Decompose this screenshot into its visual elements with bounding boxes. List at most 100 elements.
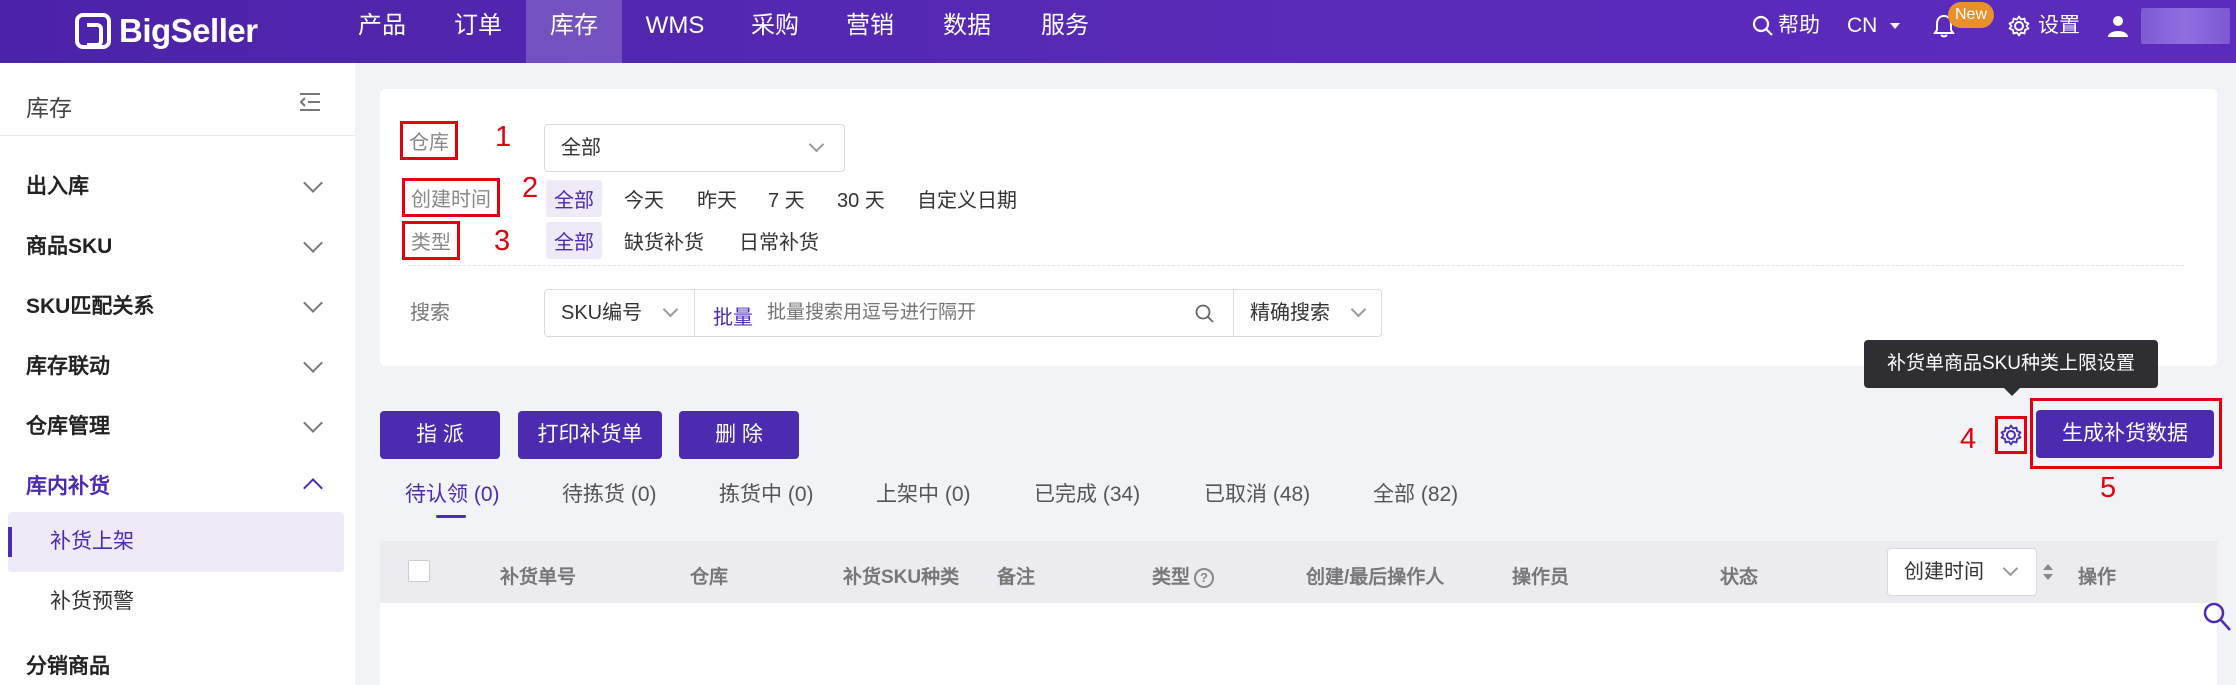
sidebar-divider <box>0 135 355 136</box>
nav-item-inventory[interactable]: 库存 <box>526 0 622 63</box>
tab-shelving[interactable]: 上架中 (0) <box>876 478 971 508</box>
search-mode-value: 精确搜索 <box>1250 302 1330 324</box>
help-link[interactable]: 帮助 <box>1752 0 1820 52</box>
gear-icon <box>2008 15 2030 37</box>
type-option-all[interactable]: 全部 <box>546 222 602 259</box>
new-badge: New <box>1948 2 1994 28</box>
chevron-up-icon <box>303 478 323 498</box>
column-header-creator: 创建/最后操作人 <box>1306 567 1445 588</box>
active-tab-indicator <box>436 515 466 518</box>
column-header-remarks: 备注 <box>997 567 1036 588</box>
annotation-number-2: 2 <box>522 172 539 204</box>
search-bar: SKU编号 批量 精确搜索 <box>544 289 1382 337</box>
created-time-filter-label: 创建时间 <box>402 178 500 217</box>
nav-item-purchase[interactable]: 采购 <box>745 0 805 63</box>
filter-divider <box>408 265 2184 266</box>
collapse-sidebar-icon[interactable] <box>298 91 322 113</box>
settings-link[interactable]: 设置 <box>2008 0 2080 52</box>
created-time-option-all[interactable]: 全部 <box>546 180 602 217</box>
sidebar-item-warehouse-management[interactable]: 仓库管理 <box>26 410 110 440</box>
sidebar-item-distribution-products[interactable]: 分销商品 <box>26 650 110 680</box>
user-icon <box>2108 16 2128 37</box>
warehouse-select[interactable]: 全部 <box>544 124 845 172</box>
search-input[interactable] <box>767 296 1177 330</box>
chevron-down-icon <box>303 233 323 253</box>
sidebar-title: 库存 <box>26 95 72 121</box>
sidebar-item-sku-mapping[interactable]: SKU匹配关系 <box>26 290 154 320</box>
created-time-option-today[interactable]: 今天 <box>616 180 672 217</box>
nav-item-marketing[interactable]: 营销 <box>840 0 900 63</box>
chevron-down-icon <box>303 173 323 193</box>
chevron-down-icon <box>303 353 323 373</box>
nav-item-orders[interactable]: 订单 <box>448 0 508 63</box>
table-body <box>380 603 2217 685</box>
batch-search-link[interactable]: 批量 <box>713 301 753 330</box>
column-header-actions: 操作 <box>2078 567 2117 588</box>
column-header-operator: 操作员 <box>1512 567 1570 588</box>
sku-limit-settings-gear-icon[interactable] <box>2000 424 2022 446</box>
generate-replenishment-data-button[interactable]: 生成补货数据 <box>2036 410 2214 458</box>
column-header-sku-types: 补货SKU种类 <box>843 567 960 588</box>
sidebar-item-replenishment[interactable]: 库内补货 <box>26 470 110 500</box>
column-header-status: 状态 <box>1720 567 1759 588</box>
nav-item-wms[interactable]: WMS <box>640 0 710 63</box>
type-option-routine[interactable]: 日常补货 <box>731 222 827 259</box>
caret-down-icon <box>1890 23 1901 29</box>
created-time-option-30-days[interactable]: 30 天 <box>829 180 893 217</box>
tab-picking[interactable]: 拣货中 (0) <box>719 478 814 508</box>
help-question-icon[interactable]: ? <box>1194 567 1215 588</box>
sort-field-value: 创建时间 <box>1904 561 1984 583</box>
nav-item-data[interactable]: 数据 <box>937 0 997 63</box>
help-label: 帮助 <box>1778 14 1820 37</box>
sidebar-subitem-replenish-shelving[interactable]: 补货上架 <box>8 512 344 572</box>
language-label: CN <box>1847 14 1878 37</box>
user-name-redacted[interactable] <box>2141 8 2230 44</box>
print-replenishment-button[interactable]: 打印补货单 <box>518 411 662 459</box>
created-time-option-yesterday[interactable]: 昨天 <box>689 180 745 217</box>
chevron-down-icon <box>303 413 323 433</box>
select-all-checkbox[interactable] <box>408 560 430 582</box>
type-option-out-of-stock[interactable]: 缺货补货 <box>616 222 712 259</box>
tab-pending-picking[interactable]: 待拣货 (0) <box>562 478 657 508</box>
user-menu[interactable] <box>2106 0 2130 52</box>
floating-search-icon[interactable] <box>2202 601 2232 633</box>
search-label: 搜索 <box>410 302 450 324</box>
bigseller-logo[interactable]: BigSeller <box>75 6 258 56</box>
search-icon[interactable] <box>1195 304 1215 324</box>
nav-item-products[interactable]: 产品 <box>352 0 412 63</box>
sidebar-item-product-sku[interactable]: 商品SKU <box>26 230 112 260</box>
annotation-number-5: 5 <box>2100 472 2117 504</box>
column-header-type-label: 类型 <box>1152 567 1191 588</box>
column-header-warehouse: 仓库 <box>690 567 729 588</box>
sidebar: 库存 出入库 商品SKU SKU匹配关系 库存联动 仓库管理 库内补货 补货上架… <box>0 63 355 685</box>
settings-label: 设置 <box>2038 14 2080 37</box>
tab-completed[interactable]: 已完成 (34) <box>1034 478 1140 508</box>
bigseller-logo-icon <box>75 13 111 49</box>
assign-button[interactable]: 指 派 <box>380 411 500 459</box>
sidebar-item-inbound-outbound[interactable]: 出入库 <box>26 170 89 200</box>
tab-cancelled[interactable]: 已取消 (48) <box>1204 478 1310 508</box>
search-field-value: SKU编号 <box>561 302 643 324</box>
annotation-number-4: 4 <box>1960 423 1977 455</box>
tab-pending-claim[interactable]: 待认领 (0) <box>405 478 500 508</box>
warehouse-select-value: 全部 <box>561 137 601 159</box>
created-time-option-custom[interactable]: 自定义日期 <box>909 180 1025 217</box>
sidebar-item-stock-sync[interactable]: 库存联动 <box>26 350 110 380</box>
sidebar-subitem-replenish-alert[interactable]: 补货预警 <box>8 572 344 632</box>
column-header-replenishment-no: 补货单号 <box>500 567 577 588</box>
nav-item-services[interactable]: 服务 <box>1035 0 1095 63</box>
created-time-option-7-days[interactable]: 7 天 <box>760 180 813 217</box>
annotation-number-3: 3 <box>494 225 511 257</box>
warehouse-filter-label: 仓库 <box>400 121 458 160</box>
sku-limit-tooltip: 补货单商品SKU种类上限设置 <box>1864 340 2158 396</box>
chevron-down-icon <box>303 293 323 313</box>
language-selector[interactable]: CN <box>1847 0 1901 52</box>
brand-name: BigSeller <box>119 12 258 49</box>
sort-order-icon[interactable] <box>2042 561 2054 583</box>
type-filter-label: 类型 <box>402 221 460 260</box>
annotation-number-1: 1 <box>495 121 512 153</box>
tab-all[interactable]: 全部 (82) <box>1373 478 1458 508</box>
search-icon <box>1752 15 1773 36</box>
top-navigation-bar: BigSeller 产品 订单 库存 WMS 采购 营销 数据 服务 帮助 CN… <box>0 0 2236 63</box>
delete-button[interactable]: 删 除 <box>679 411 799 459</box>
